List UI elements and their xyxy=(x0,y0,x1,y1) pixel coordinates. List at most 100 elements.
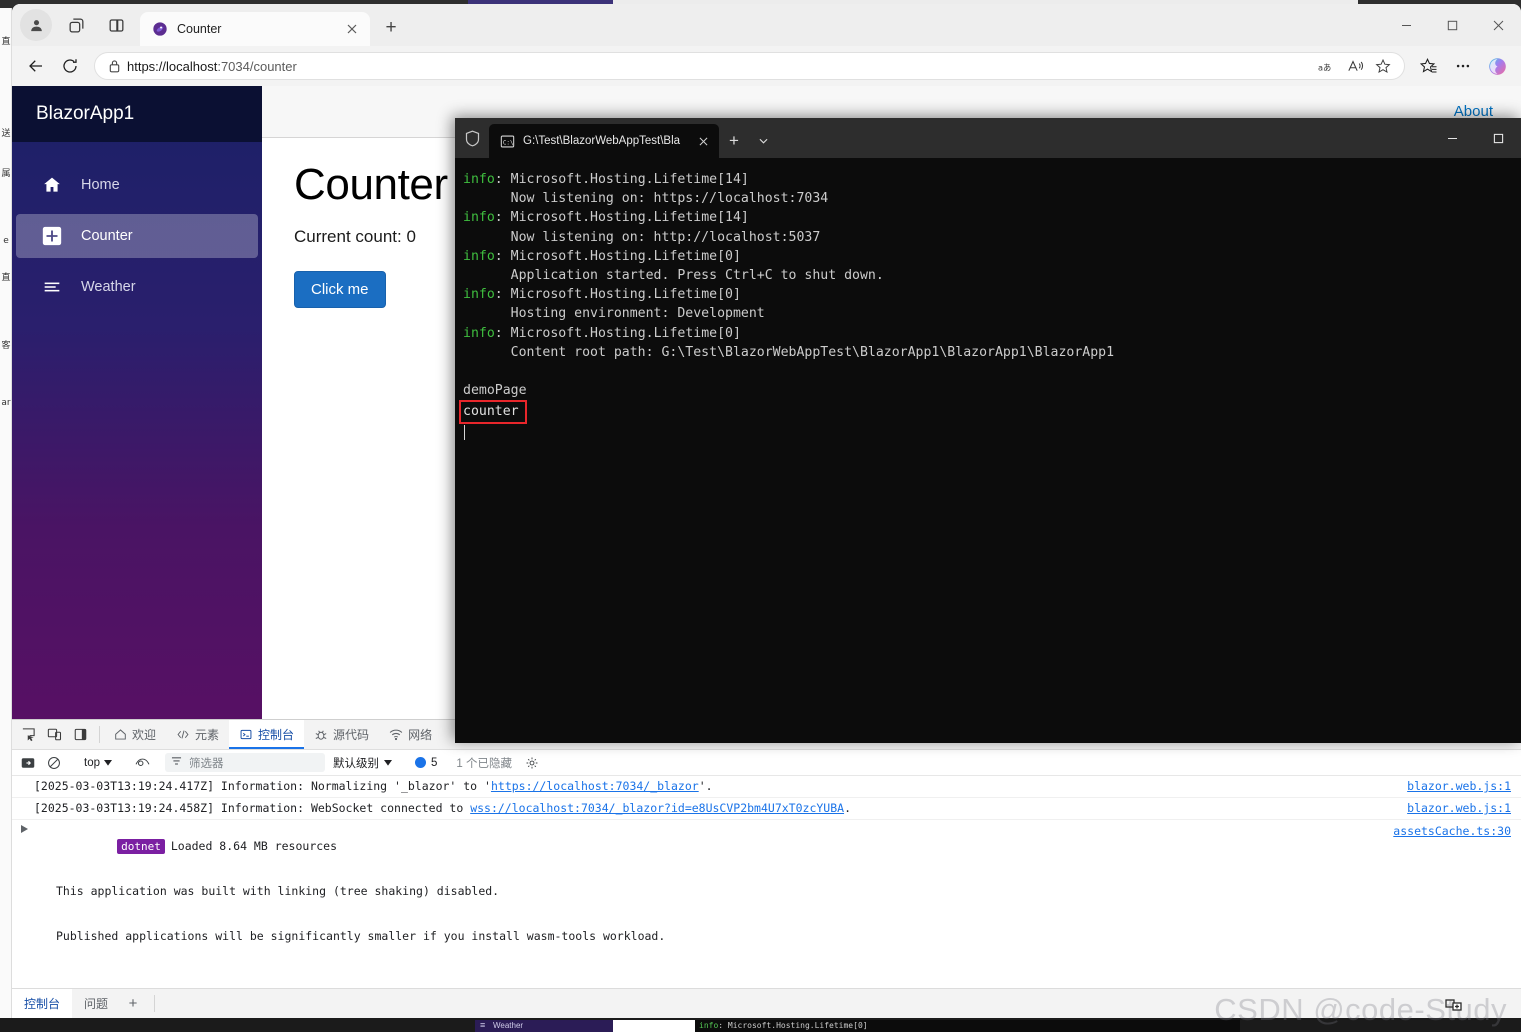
click-me-button[interactable]: Click me xyxy=(294,271,386,308)
tab-welcome[interactable]: 欢迎 xyxy=(103,720,166,749)
terminal-output[interactable]: info: Microsoft.Hosting.Lifetime[14] Now… xyxy=(455,158,1521,443)
console-message: [2025-03-03T13:19:24.458Z] Information: … xyxy=(34,801,851,815)
favorite-star-icon[interactable] xyxy=(1370,54,1396,78)
edge-char: ar xyxy=(1,398,11,408)
maximize-button[interactable] xyxy=(1429,4,1475,46)
console-link[interactable]: https://localhost:7034/_blazor xyxy=(491,779,699,793)
clear-console-icon[interactable] xyxy=(16,752,40,774)
mouse-cursor xyxy=(1445,996,1463,1014)
filter-input[interactable]: 筛选器 xyxy=(165,753,325,772)
console-row[interactable]: [2025-03-03T13:19:24.417Z] Information: … xyxy=(12,776,1521,798)
translate-icon[interactable]: aあ xyxy=(1314,54,1340,78)
divider xyxy=(99,726,100,743)
drawer-tab-issues[interactable]: 问题 xyxy=(72,989,120,1018)
log-level: info xyxy=(463,287,495,303)
minimize-button[interactable] xyxy=(1383,4,1429,46)
wasm-features-link[interactable]: https://aka.ms/dotnet-wasm-features xyxy=(118,974,360,975)
close-icon[interactable] xyxy=(342,19,362,39)
device-toolbar-icon[interactable] xyxy=(41,722,67,748)
demo-page-output: demoPage xyxy=(463,383,527,399)
home-icon xyxy=(40,173,64,197)
browser-titlebar-icons xyxy=(12,4,140,46)
shield-icon xyxy=(455,118,489,158)
settings-more-icon[interactable] xyxy=(1447,50,1479,82)
background-terminal-strip: info: Microsoft.Hosting.Lifetime[0] xyxy=(695,1020,1240,1032)
sidebar-item-label: Counter xyxy=(81,228,133,244)
refresh-icon[interactable] xyxy=(54,50,86,82)
inspect-element-icon[interactable] xyxy=(15,722,41,748)
new-tab-button[interactable]: + xyxy=(376,13,406,43)
close-button[interactable] xyxy=(1475,4,1521,46)
browser-tab-title: Counter xyxy=(177,22,222,36)
console-source-link[interactable]: blazor.web.js:1 xyxy=(1395,801,1511,816)
sidebar-item-counter[interactable]: Counter xyxy=(16,214,258,258)
sidebar-item-label: Home xyxy=(81,177,120,193)
filter-placeholder: 筛选器 xyxy=(189,757,224,770)
back-arrow-icon[interactable] xyxy=(20,50,52,82)
console-output: [2025-03-03T13:19:24.417Z] Information: … xyxy=(12,776,1521,975)
terminal-caret xyxy=(464,424,465,440)
devtools-panel: 欢迎 元素 控制台 源代码 网络 top 筛选器 默认级别 5 1 个已隐藏 [… xyxy=(12,719,1521,1018)
tab-sources[interactable]: 源代码 xyxy=(304,720,379,749)
collections-icon[interactable] xyxy=(1413,50,1445,82)
info-count-badge[interactable]: 5 xyxy=(409,757,437,769)
plus-icon xyxy=(40,224,64,248)
tab-network[interactable]: 网络 xyxy=(379,720,442,749)
gear-icon[interactable] xyxy=(520,752,544,774)
browser-window-controls xyxy=(1383,4,1521,46)
terminal-maximize-button[interactable] xyxy=(1475,118,1521,158)
log-level: info xyxy=(463,325,495,341)
tab-console[interactable]: 控制台 xyxy=(229,720,305,749)
tab-label: 控制台 xyxy=(258,728,295,742)
tab-label: 网络 xyxy=(408,728,433,742)
browser-address-bar: https://localhost:7034/counter aあ xyxy=(12,46,1521,86)
tab-elements[interactable]: 元素 xyxy=(166,720,229,749)
log-level: info xyxy=(463,172,495,187)
drawer-add-button[interactable]: + xyxy=(120,989,146,1018)
sidebar-item-weather[interactable]: Weather xyxy=(16,265,258,309)
console-message: [2025-03-03T13:19:24.417Z] Information: … xyxy=(34,779,713,793)
console-source-link[interactable]: blazor.web.js:1 xyxy=(1395,779,1511,794)
browser-tab-bar: Counter + xyxy=(12,4,1521,46)
app-brand[interactable]: BlazorApp1 xyxy=(12,86,262,142)
drawer-tab-console[interactable]: 控制台 xyxy=(12,989,73,1018)
split-screen-icon[interactable] xyxy=(100,9,132,41)
hidden-messages-label: 1 个已隐藏 xyxy=(456,757,512,770)
chevron-down-icon[interactable] xyxy=(749,124,777,158)
console-row[interactable]: [2025-03-03T13:19:24.458Z] Information: … xyxy=(12,798,1521,820)
read-aloud-icon[interactable] xyxy=(1342,54,1368,78)
browser-toolbar-actions xyxy=(1413,50,1513,82)
copilot-icon[interactable] xyxy=(1481,50,1513,82)
browser-tab[interactable]: Counter xyxy=(140,12,370,46)
console-terminal-icon xyxy=(239,728,253,742)
highlighted-counter-output: counter xyxy=(459,400,527,424)
terminal-tab[interactable]: C:\ G:\Test\BlazorWebAppTest\Bla xyxy=(489,124,719,158)
profile-icon[interactable] xyxy=(20,9,52,41)
sidebar-item-label: Weather xyxy=(81,279,136,295)
close-icon[interactable] xyxy=(693,131,713,151)
background-bottom-strip: Weather info: Microsoft.Hosting.Lifetime… xyxy=(0,1018,1521,1032)
terminal-tab-title: G:\Test\BlazorWebAppTest\Bla xyxy=(523,135,681,147)
edge-char: 直 xyxy=(1,273,11,283)
terminal-new-tab-button[interactable]: + xyxy=(719,124,749,158)
console-context-selector[interactable]: top xyxy=(77,753,119,773)
terminal-minimize-button[interactable] xyxy=(1429,118,1475,158)
console-group-row[interactable]: dotnet Loaded 8.64 MB resources This appl… xyxy=(12,820,1521,975)
terminal-window: C:\ G:\Test\BlazorWebAppTest\Bla + info:… xyxy=(455,118,1521,743)
live-expression-eye-icon[interactable] xyxy=(130,752,154,774)
sidebar-item-home[interactable]: Home xyxy=(16,163,258,207)
info-dot-icon xyxy=(415,757,426,768)
dock-side-icon[interactable] xyxy=(67,722,93,748)
chevron-down-icon xyxy=(384,757,392,769)
background-page-strip xyxy=(613,1020,695,1032)
no-entry-icon[interactable] xyxy=(42,752,66,774)
screen: 直 送 属 e 直 客 ar Counter + https://localho… xyxy=(0,0,1521,1032)
console-source-link[interactable]: assetsCache.ts:30 xyxy=(1381,824,1511,839)
search-input[interactable]: https://localhost:7034/counter aあ xyxy=(94,52,1405,80)
workspaces-icon[interactable] xyxy=(60,9,92,41)
elements-code-icon xyxy=(176,728,190,742)
log-level-selector[interactable]: 默认级别 xyxy=(327,755,398,771)
console-link[interactable]: wss://localhost:7034/_blazor?id=e8UsCVP2… xyxy=(470,801,844,815)
expand-triangle-icon[interactable] xyxy=(21,825,29,833)
app-nav: Home Counter Weather xyxy=(12,142,262,309)
